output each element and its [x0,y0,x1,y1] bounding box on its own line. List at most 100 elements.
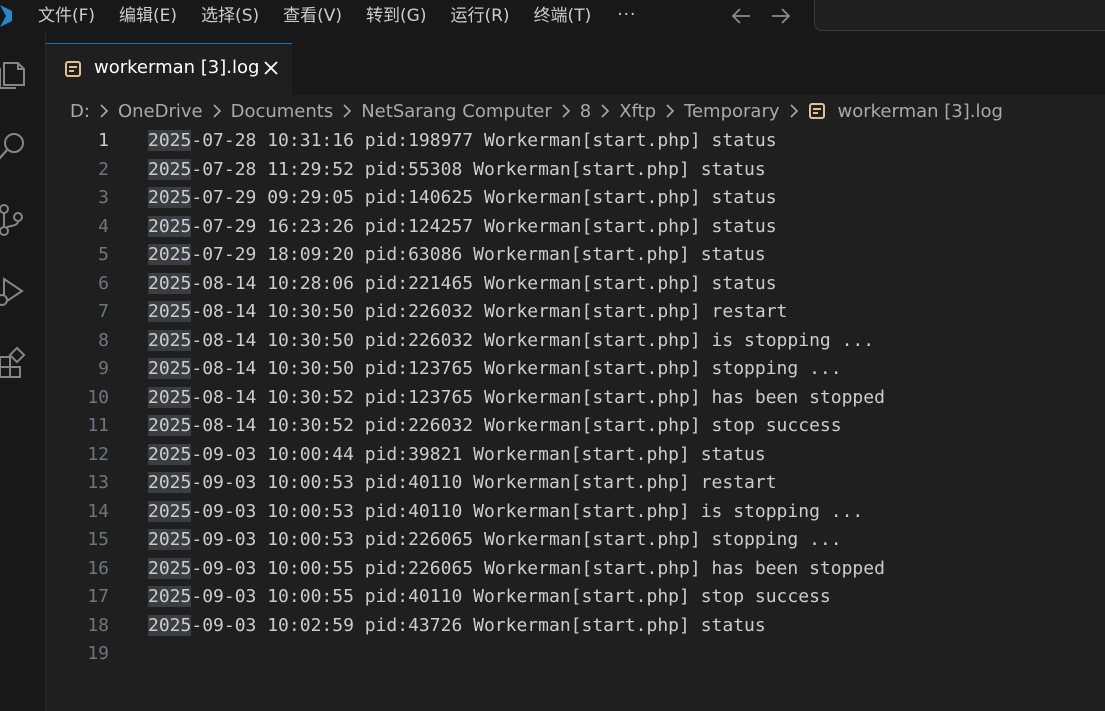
editor-line[interactable]: 3 2025-07-29 09:29:05 pid:140625 Workerma… [46,184,1105,213]
editor-line[interactable]: 7 2025-08-14 10:30:50 pid:226032 Workerma… [46,298,1105,327]
menu-view[interactable]: 查看(V) [271,0,354,33]
editor-line[interactable]: 12 2025-09-03 10:00:44 pid:39821 Workerma… [46,441,1105,470]
log-line-rest: -08-14 10:30:50 pid:123765 Workerman[sta… [191,358,842,379]
vscode-logo-icon[interactable] [0,5,12,27]
line-number: 8 [98,329,109,351]
breadcrumb-drive[interactable]: D: [70,101,90,122]
activity-bar [0,33,46,711]
back-arrow-icon[interactable] [728,4,754,28]
line-number: 16 [87,557,109,579]
log-line-rest: -08-14 10:30:52 pid:123765 Workerman[sta… [191,386,885,408]
editor-line[interactable]: 14 2025-09-03 10:00:53 pid:40110 Workerma… [46,498,1105,527]
match-highlight: 2025 [148,158,192,180]
tab-workerman-log[interactable]: workerman [3].log [46,43,292,95]
line-number: 17 [87,586,109,607]
log-line-text: 2025-09-03 10:00:55 pid:226065 Workerman… [148,555,885,584]
menu-go[interactable]: 转到(G) [354,0,438,33]
log-line-text: 2025-09-03 10:00:53 pid:40110 Workerman[… [148,469,777,498]
menu-run[interactable]: 运行(R) [438,0,521,33]
log-line-rest: -09-03 10:00:53 pid:40110 Workerman[star… [191,500,864,522]
log-file-icon [65,61,81,77]
editor-line[interactable]: 10 2025-08-14 10:30:52 pid:123765 Workerm… [46,384,1105,413]
explorer-icon[interactable] [0,55,30,91]
line-number: 18 [87,614,109,636]
editor-line[interactable]: 8 2025-08-14 10:30:50 pid:226032 Workerma… [46,327,1105,356]
log-line-text: 2025-07-28 10:31:16 pid:198977 Workerman… [148,127,777,156]
command-center-search[interactable] [814,0,1105,31]
log-line-rest: -08-14 10:30:50 pid:226032 Workerman[sta… [191,329,875,351]
log-line-text: 2025-08-14 10:30:50 pid:226032 Workerman… [148,327,874,356]
breadcrumb-xftp[interactable]: Xftp [619,101,656,122]
line-number: 9 [98,358,109,379]
chevron-right-icon [343,104,352,118]
menu-terminal[interactable]: 终端(T) [522,0,604,33]
match-highlight: 2025 [148,215,192,237]
log-line-text: 2025-08-14 10:30:52 pid:123765 Workerman… [148,384,885,413]
match-highlight: 2025 [148,415,192,436]
code-editor[interactable]: 1 2025-07-28 10:31:16 pid:198977 Workerma… [46,126,1105,711]
chevron-right-icon [789,104,798,118]
log-line-text: 2025-07-29 16:23:26 pid:124257 Workerman… [148,213,777,242]
editor-line[interactable]: 11 2025-08-14 10:30:52 pid:226032 Workerm… [46,412,1105,441]
chevron-right-icon [562,104,570,118]
editor-line[interactable]: 1 2025-07-28 10:31:16 pid:198977 Workerma… [46,127,1105,156]
match-highlight: 2025 [148,472,192,493]
forward-arrow-icon[interactable] [768,4,794,28]
run-debug-icon[interactable] [0,273,30,309]
close-icon[interactable] [261,58,281,78]
breadcrumb-netsarang[interactable]: NetSarang Computer [361,101,552,122]
match-highlight: 2025 [148,557,192,579]
line-number: 14 [87,500,109,522]
breadcrumb-file[interactable]: workerman [3].log [838,101,1003,122]
editor-line[interactable]: 2 2025-07-28 11:29:52 pid:55308 Workerman… [46,156,1105,185]
match-highlight: 2025 [148,301,192,322]
editor-line[interactable]: 15 2025-09-03 10:00:53 pid:226065 Workerm… [46,526,1105,555]
breadcrumb-documents[interactable]: Documents [231,101,334,122]
source-control-icon[interactable] [0,201,30,237]
chevron-right-icon [213,104,221,118]
breadcrumb: D: OneDrive Documents NetSarang Computer… [70,96,1003,126]
editor-line[interactable]: 17 2025-09-03 10:00:55 pid:40110 Workerma… [46,583,1105,612]
breadcrumb-temporary[interactable]: Temporary [684,101,779,122]
search-icon[interactable] [0,129,30,165]
log-line-rest: -07-29 09:29:05 pid:140625 Workerman[sta… [191,187,777,208]
editor-line[interactable]: 4 2025-07-29 16:23:26 pid:124257 Workerma… [46,213,1105,242]
editor-line[interactable]: 13 2025-09-03 10:00:53 pid:40110 Workerma… [46,469,1105,498]
editor-line[interactable]: 6 2025-08-14 10:28:06 pid:221465 Workerma… [46,270,1105,299]
breadcrumb-onedrive[interactable]: OneDrive [118,101,203,122]
line-number: 6 [98,272,109,294]
editor-line[interactable]: 19 [46,640,1105,669]
editor-tab-bar: workerman [3].log [46,33,1105,95]
menu-bar: 文件(F) 编辑(E) 选择(S) 查看(V) 转到(G) 运行(R) 终端(T… [26,0,650,33]
log-line-text: 2025-08-14 10:30:50 pid:123765 Workerman… [148,355,842,384]
editor-line[interactable]: 16 2025-09-03 10:00:55 pid:226065 Workerm… [46,555,1105,584]
match-highlight: 2025 [148,244,192,265]
extensions-icon[interactable] [0,345,30,381]
match-highlight: 2025 [148,586,192,607]
chevron-right-icon [100,104,109,118]
line-number: 5 [98,244,109,265]
match-highlight: 2025 [148,500,192,522]
match-highlight: 2025 [148,272,192,294]
match-highlight: 2025 [148,529,192,550]
log-line-rest: -07-28 10:31:16 pid:198977 Workerman[sta… [191,130,777,151]
log-line-rest: -09-03 10:00:44 pid:39821 Workerman[star… [191,443,766,465]
log-line-rest: -09-03 10:00:55 pid:226065 Workerman[sta… [191,557,885,579]
editor-line[interactable]: 5 2025-07-29 18:09:20 pid:63086 Workerman… [46,241,1105,270]
match-highlight: 2025 [148,614,192,636]
log-line-text: 2025-08-14 10:30:50 pid:226032 Workerman… [148,298,787,327]
menu-selection[interactable]: 选择(S) [189,0,271,33]
editor-line[interactable]: 18 2025-09-03 10:02:59 pid:43726 Workerma… [46,612,1105,641]
line-number: 7 [98,301,109,322]
line-number: 11 [87,415,109,436]
menu-file[interactable]: 文件(F) [26,0,107,33]
log-line-rest: -09-03 10:02:59 pid:43726 Workerman[star… [191,614,766,636]
menu-more-button[interactable]: ··· [603,0,650,33]
breadcrumb-8[interactable]: 8 [580,101,591,122]
editor-line[interactable]: 9 2025-08-14 10:30:50 pid:123765 Workerma… [46,355,1105,384]
log-line-text: 2025-07-28 11:29:52 pid:55308 Workerman[… [148,156,766,185]
menu-edit[interactable]: 编辑(E) [107,0,189,33]
line-number: 2 [98,158,109,180]
log-line-rest: -09-03 10:00:53 pid:226065 Workerman[sta… [191,529,842,550]
log-line-rest: -08-14 10:28:06 pid:221465 Workerman[sta… [191,272,777,294]
